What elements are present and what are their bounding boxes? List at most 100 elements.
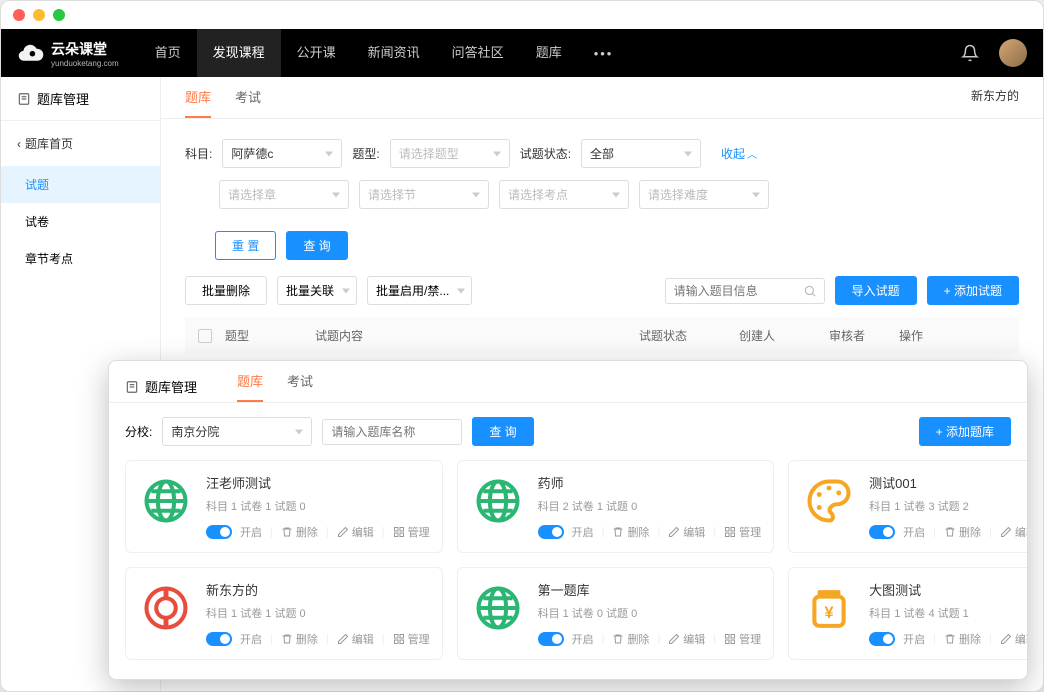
bulk-link-select[interactable]: 批量关联: [277, 276, 357, 305]
card-manage[interactable]: 管理: [724, 631, 761, 647]
card-meta: 科目 2 试卷 1 试题 0: [538, 498, 762, 514]
card-title: 测试001: [869, 473, 1028, 492]
toggle-label: 开启: [572, 524, 594, 540]
card-icon: [470, 580, 526, 636]
card-edit[interactable]: 编辑: [337, 524, 374, 540]
card-meta: 科目 1 试卷 3 试题 2: [869, 498, 1028, 514]
type-select[interactable]: 请选择题型: [390, 139, 510, 168]
edit-icon: [337, 526, 349, 538]
user-avatar[interactable]: [999, 39, 1027, 67]
tabs-right-text: 新东方的: [971, 87, 1019, 104]
nav-item-1[interactable]: 发现课程: [197, 29, 281, 77]
nav-item-3[interactable]: 新闻资讯: [352, 29, 436, 77]
toggle-open[interactable]: [869, 525, 895, 539]
w2-tab-1[interactable]: 考试: [287, 371, 313, 402]
toggle-label: 开启: [240, 631, 262, 647]
card-delete[interactable]: 删除: [612, 524, 649, 540]
card-manage[interactable]: 管理: [724, 524, 761, 540]
subject-select[interactable]: 阿萨德c: [222, 139, 342, 168]
nav-item-2[interactable]: 公开课: [281, 29, 352, 77]
w2-query-button[interactable]: 查 询: [472, 417, 533, 446]
card-icon: [138, 473, 194, 529]
import-button[interactable]: 导入试题: [835, 276, 917, 305]
toggle-label: 开启: [903, 631, 925, 647]
bulk-enable-select[interactable]: 批量启用/禁...: [367, 276, 472, 305]
card-delete[interactable]: 删除: [612, 631, 649, 647]
svg-text:¥: ¥: [825, 604, 834, 622]
sidebar-item-2[interactable]: 章节考点: [1, 240, 160, 277]
subject-label: 科目:: [185, 145, 212, 162]
card-title: 汪老师测试: [206, 473, 430, 492]
status-select[interactable]: 全部: [581, 139, 701, 168]
select-all-checkbox[interactable]: [198, 329, 212, 343]
nav-item-4[interactable]: 问答社区: [436, 29, 520, 77]
trash-icon: [281, 526, 293, 538]
library-card: 测试001科目 1 试卷 3 试题 2开启|删除|编辑|管理: [788, 460, 1028, 553]
card-delete[interactable]: 删除: [944, 524, 981, 540]
toggle-open[interactable]: [869, 632, 895, 646]
search-input[interactable]: [665, 278, 825, 304]
toggle-open[interactable]: [538, 525, 564, 539]
collapse-link[interactable]: 收起 ︿: [721, 145, 757, 162]
sidebar-item-1[interactable]: 试卷: [1, 203, 160, 240]
card-meta: 科目 1 试卷 1 试题 0: [206, 498, 430, 514]
card-edit[interactable]: 编辑: [337, 631, 374, 647]
close-dot[interactable]: [13, 9, 25, 21]
bulk-delete-button[interactable]: 批量删除: [185, 276, 267, 305]
branch-select[interactable]: 南京分院: [162, 417, 312, 446]
library-name-input[interactable]: [322, 419, 462, 445]
card-manage[interactable]: 管理: [393, 631, 430, 647]
library-card: 药师科目 2 试卷 1 试题 0开启|删除|编辑|管理: [457, 460, 775, 553]
nav-more[interactable]: •••: [578, 46, 630, 61]
card-delete[interactable]: 删除: [944, 631, 981, 647]
th-actions: 操作: [899, 327, 1019, 344]
card-meta: 科目 1 试卷 4 试题 1: [869, 605, 1028, 621]
panel-back-label: 题库首页: [25, 135, 73, 152]
query-button[interactable]: 查 询: [286, 231, 347, 260]
panel-back[interactable]: ‹ 题库首页: [1, 121, 160, 166]
nav-item-0[interactable]: 首页: [139, 29, 197, 77]
maximize-dot[interactable]: [53, 9, 65, 21]
toggle-label: 开启: [572, 631, 594, 647]
type-label: 题型:: [352, 145, 379, 162]
edit-icon: [668, 633, 680, 645]
card-delete[interactable]: 删除: [281, 631, 318, 647]
card-meta: 科目 1 试卷 1 试题 0: [206, 605, 430, 621]
difficulty-select[interactable]: 请选择难度: [639, 180, 769, 209]
card-edit[interactable]: 编辑: [1000, 631, 1028, 647]
card-title: 第一题库: [538, 580, 762, 599]
logo[interactable]: 云朵课堂 yunduoketang.com: [17, 39, 119, 68]
sidebar-item-0[interactable]: 试题: [1, 166, 160, 203]
minimize-dot[interactable]: [33, 9, 45, 21]
chevron-up-icon: ︿: [747, 146, 757, 161]
toggle-open[interactable]: [206, 632, 232, 646]
trash-icon: [612, 633, 624, 645]
tab-1[interactable]: 考试: [235, 87, 261, 118]
library-window: 题库管理 题库考试 分校: 南京分院 查 询 + 添加题库 汪老师测试科目 1 …: [108, 360, 1028, 680]
bell-icon[interactable]: [961, 44, 979, 62]
nav-items: 首页发现课程公开课新闻资讯问答社区题库: [139, 29, 578, 77]
macos-titlebar: [1, 1, 1043, 29]
point-select[interactable]: 请选择考点: [499, 180, 629, 209]
trash-icon: [281, 633, 293, 645]
reset-button[interactable]: 重 置: [215, 231, 276, 260]
section-select[interactable]: 请选择节: [359, 180, 489, 209]
tab-0[interactable]: 题库: [185, 87, 211, 118]
card-edit[interactable]: 编辑: [1000, 524, 1028, 540]
card-icon: ¥: [801, 580, 857, 636]
card-delete[interactable]: 删除: [281, 524, 318, 540]
panel-title: 题库管理: [1, 77, 160, 121]
toggle-open[interactable]: [206, 525, 232, 539]
toggle-open[interactable]: [538, 632, 564, 646]
edit-icon: [337, 633, 349, 645]
add-question-button[interactable]: + 添加试题: [927, 276, 1019, 305]
card-edit[interactable]: 编辑: [668, 524, 705, 540]
add-library-button[interactable]: + 添加题库: [919, 417, 1011, 446]
w2-tab-0[interactable]: 题库: [237, 371, 263, 402]
toggle-label: 开启: [903, 524, 925, 540]
library-card: 汪老师测试科目 1 试卷 1 试题 0开启|删除|编辑|管理: [125, 460, 443, 553]
card-manage[interactable]: 管理: [393, 524, 430, 540]
card-edit[interactable]: 编辑: [668, 631, 705, 647]
chapter-select[interactable]: 请选择章: [219, 180, 349, 209]
nav-item-5[interactable]: 题库: [520, 29, 578, 77]
